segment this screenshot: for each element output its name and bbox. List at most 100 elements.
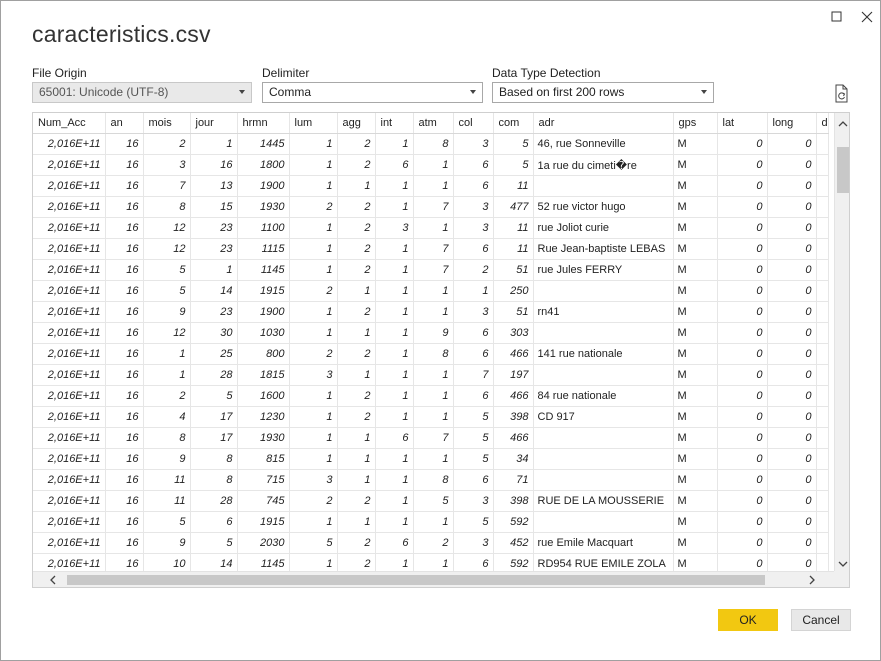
table-cell: 1230 [237, 406, 290, 428]
vertical-scroll-thumb[interactable] [837, 147, 849, 193]
table-cell: 2,016E+11 [33, 448, 106, 470]
table-cell: 2 [413, 532, 454, 554]
table-cell: 16 [105, 364, 144, 386]
table-cell: 1 [289, 175, 338, 197]
table-cell: 0 [717, 406, 768, 428]
table-cell: 8 [190, 469, 238, 491]
table-cell: 0 [717, 532, 768, 554]
table-cell: 0 [767, 385, 817, 407]
table-cell: 1 [337, 322, 376, 344]
column-header[interactable]: lum [289, 113, 338, 134]
column-header[interactable]: adr [533, 113, 674, 134]
table-cell: 1 [337, 427, 376, 449]
scroll-down-icon[interactable] [838, 559, 848, 569]
column-header[interactable]: Num_Acc [33, 113, 106, 134]
table-cell [533, 322, 674, 344]
table-cell: CD 917 [533, 406, 674, 428]
refresh-button[interactable] [833, 84, 851, 104]
column-header[interactable]: col [453, 113, 494, 134]
delimiter-dropdown[interactable]: Comma [262, 82, 483, 103]
column-header[interactable]: gps [673, 113, 718, 134]
table-cell: 0 [767, 238, 817, 260]
table-row: 2,016E+11 16 1 25 800 2 2 1 8 6 466 141 rue nationa… [33, 343, 829, 365]
table-cell: 52 rue victor hugo [533, 196, 674, 218]
table-cell-overflow [816, 280, 829, 302]
data-type-detection-dropdown[interactable]: Based on first 200 rows [492, 82, 714, 103]
table-cell: 1 [413, 217, 454, 239]
column-header[interactable]: mois [143, 113, 191, 134]
data-type-detection-value: Based on first 200 rows [499, 85, 625, 99]
table-cell: 16 [105, 427, 144, 449]
table-cell: 0 [767, 154, 817, 176]
table-row: 2,016E+11 16 2 1 1445 1 2 1 8 3 5 46, rue Sonnevill… [33, 133, 829, 155]
table-cell: M [673, 511, 718, 533]
table-cell: 16 [105, 385, 144, 407]
table-cell: rn41 [533, 301, 674, 323]
table-cell: M [673, 280, 718, 302]
table-cell: 0 [717, 511, 768, 533]
table-cell: 2 [453, 259, 494, 281]
table-cell: 1100 [237, 217, 290, 239]
horizontal-scrollbar[interactable] [33, 571, 834, 587]
table-cell-overflow [816, 343, 829, 365]
table-cell: 1 [375, 322, 414, 344]
table-cell: 16 [105, 343, 144, 365]
table-cell: 46, rue Sonneville [533, 133, 674, 155]
table-cell: 1a rue du cimeti�re [533, 154, 674, 176]
table-cell: 197 [493, 364, 534, 386]
table-cell: rue Jules FERRY [533, 259, 674, 281]
table-cell: 1 [337, 280, 376, 302]
table-cell: 5 [453, 511, 494, 533]
table-cell: 28 [190, 490, 238, 512]
table-cell: 7 [413, 427, 454, 449]
table-cell: 12 [143, 217, 191, 239]
table-cell: 1 [190, 133, 238, 155]
table-row: 2,016E+11 16 12 23 1115 1 2 1 7 6 11 Rue Jean-bapti… [33, 238, 829, 260]
horizontal-scroll-thumb[interactable] [67, 575, 765, 585]
table-cell [533, 280, 674, 302]
table-cell: 5 [453, 406, 494, 428]
column-header[interactable]: jour [190, 113, 238, 134]
file-origin-dropdown[interactable]: 65001: Unicode (UTF-8) [32, 82, 252, 103]
close-button[interactable] [857, 7, 877, 27]
table-cell: 14 [190, 280, 238, 302]
column-header[interactable]: an [105, 113, 144, 134]
table-cell: 2,016E+11 [33, 301, 106, 323]
maximize-button[interactable] [827, 7, 847, 27]
table-cell: 1 [413, 154, 454, 176]
table-cell: 1800 [237, 154, 290, 176]
table-cell: 28 [190, 364, 238, 386]
table-cell: 715 [237, 469, 290, 491]
column-header[interactable]: com [493, 113, 534, 134]
column-header[interactable]: hrmn [237, 113, 290, 134]
table-cell: 0 [767, 343, 817, 365]
table-cell: 1 [289, 448, 338, 470]
table-cell: 16 [105, 196, 144, 218]
table-cell: 71 [493, 469, 534, 491]
table-cell-overflow [816, 448, 829, 470]
table-cell: 2 [337, 238, 376, 260]
table-cell: 1 [375, 259, 414, 281]
vertical-scrollbar[interactable] [834, 113, 849, 571]
ok-button[interactable]: OK [718, 609, 778, 631]
table-cell: 1 [337, 469, 376, 491]
scroll-up-icon[interactable] [838, 119, 848, 129]
table-cell: 51 [493, 301, 534, 323]
table-cell-overflow [816, 238, 829, 260]
table-cell: 3 [453, 217, 494, 239]
table-cell: 1 [375, 364, 414, 386]
column-header[interactable]: agg [337, 113, 376, 134]
table-cell: 6 [375, 532, 414, 554]
column-header[interactable]: d [816, 113, 829, 134]
column-header[interactable]: long [767, 113, 817, 134]
scroll-right-icon[interactable] [807, 575, 817, 585]
cancel-button[interactable]: Cancel [791, 609, 851, 631]
scroll-left-icon[interactable] [48, 575, 58, 585]
column-header[interactable]: atm [413, 113, 454, 134]
table-cell: 2 [337, 217, 376, 239]
column-header[interactable]: int [375, 113, 414, 134]
table-cell: 1445 [237, 133, 290, 155]
column-header[interactable]: lat [717, 113, 768, 134]
table-cell: 2 [143, 133, 191, 155]
table-cell: 1 [190, 259, 238, 281]
